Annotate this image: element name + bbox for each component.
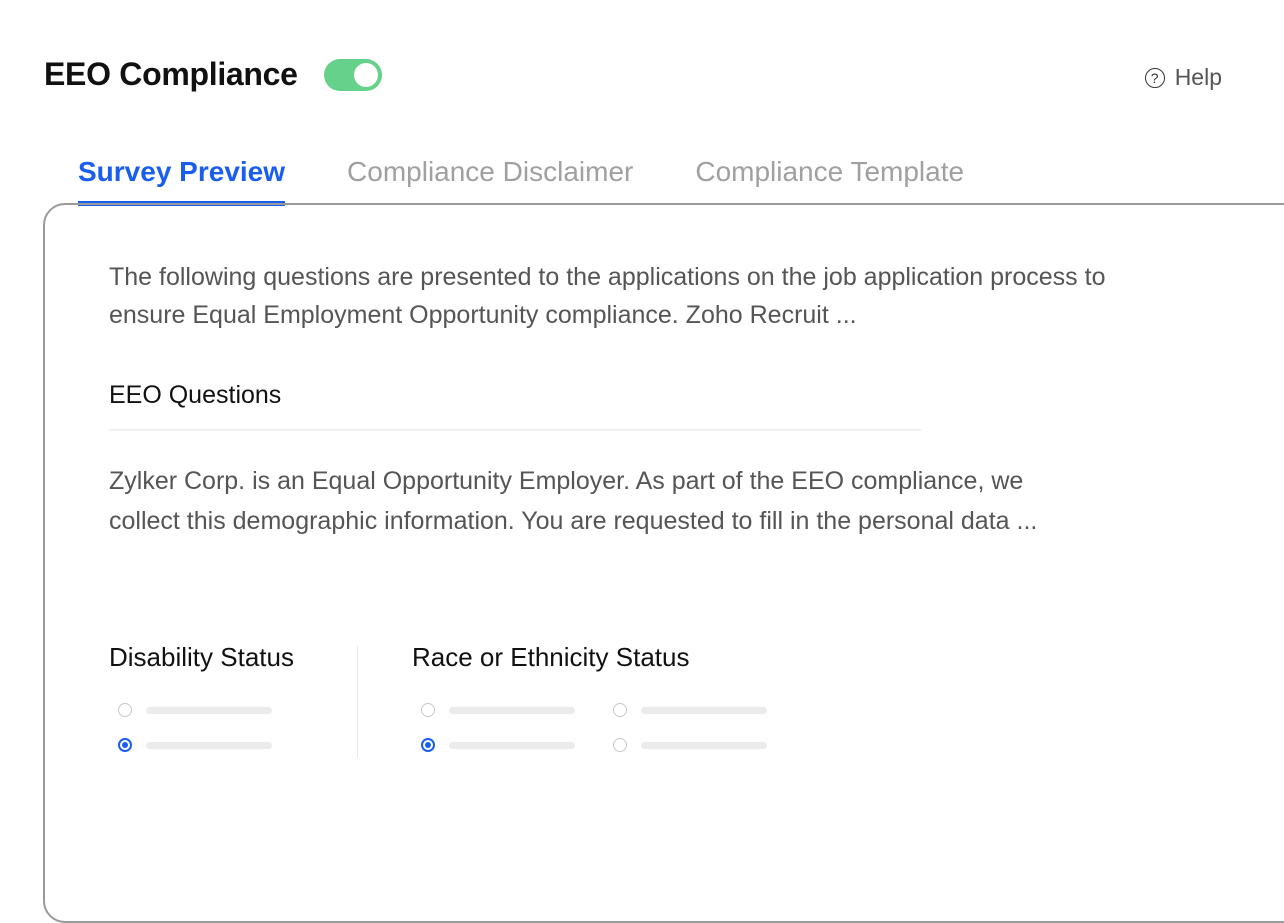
disability-option-2[interactable] [118, 738, 272, 752]
tab-survey-preview[interactable]: Survey Preview [78, 156, 286, 206]
option-placeholder-bar [146, 741, 272, 749]
radio-button-selected[interactable] [421, 738, 435, 752]
tab-compliance-disclaimer[interactable]: Compliance Disclaimer [347, 156, 633, 202]
option-placeholder-bar [641, 741, 767, 749]
race-option-2[interactable] [421, 738, 575, 752]
radio-button-selected[interactable] [118, 738, 132, 752]
column-separator [357, 646, 358, 758]
help-link[interactable]: ? Help [1144, 64, 1222, 91]
page-title: EEO Compliance [44, 56, 298, 92]
disability-option-1[interactable] [118, 703, 272, 717]
radio-button[interactable] [118, 703, 132, 717]
radio-button[interactable] [613, 703, 627, 717]
eeo-questions-heading: EEO Questions [109, 381, 282, 409]
intro-text: The following questions are presented to… [109, 263, 1106, 329]
race-option-1[interactable] [421, 703, 575, 717]
disability-status-heading: Disability Status [109, 642, 294, 672]
option-placeholder-bar [146, 706, 272, 714]
option-placeholder-bar [449, 706, 575, 714]
section-divider [109, 429, 921, 431]
race-ethnicity-status-heading: Race or Ethnicity Status [412, 642, 690, 672]
page-header: EEO Compliance [44, 56, 382, 93]
radio-button[interactable] [613, 738, 627, 752]
radio-button[interactable] [421, 703, 435, 717]
tab-compliance-template[interactable]: Compliance Template [695, 156, 964, 202]
help-label: Help [1174, 64, 1222, 90]
option-placeholder-bar [449, 741, 575, 749]
option-placeholder-bar [641, 706, 767, 714]
eeo-description: Zylker Corp. is an Equal Opportunity Emp… [109, 467, 1038, 535]
race-option-4[interactable] [613, 738, 767, 752]
race-option-3[interactable] [613, 703, 767, 717]
question-circle-icon: ? [1144, 67, 1165, 88]
tab-bar: Survey Preview Compliance Disclaimer Com… [78, 156, 1026, 206]
eeo-compliance-toggle[interactable] [323, 58, 382, 91]
toggle-knob [353, 62, 378, 87]
